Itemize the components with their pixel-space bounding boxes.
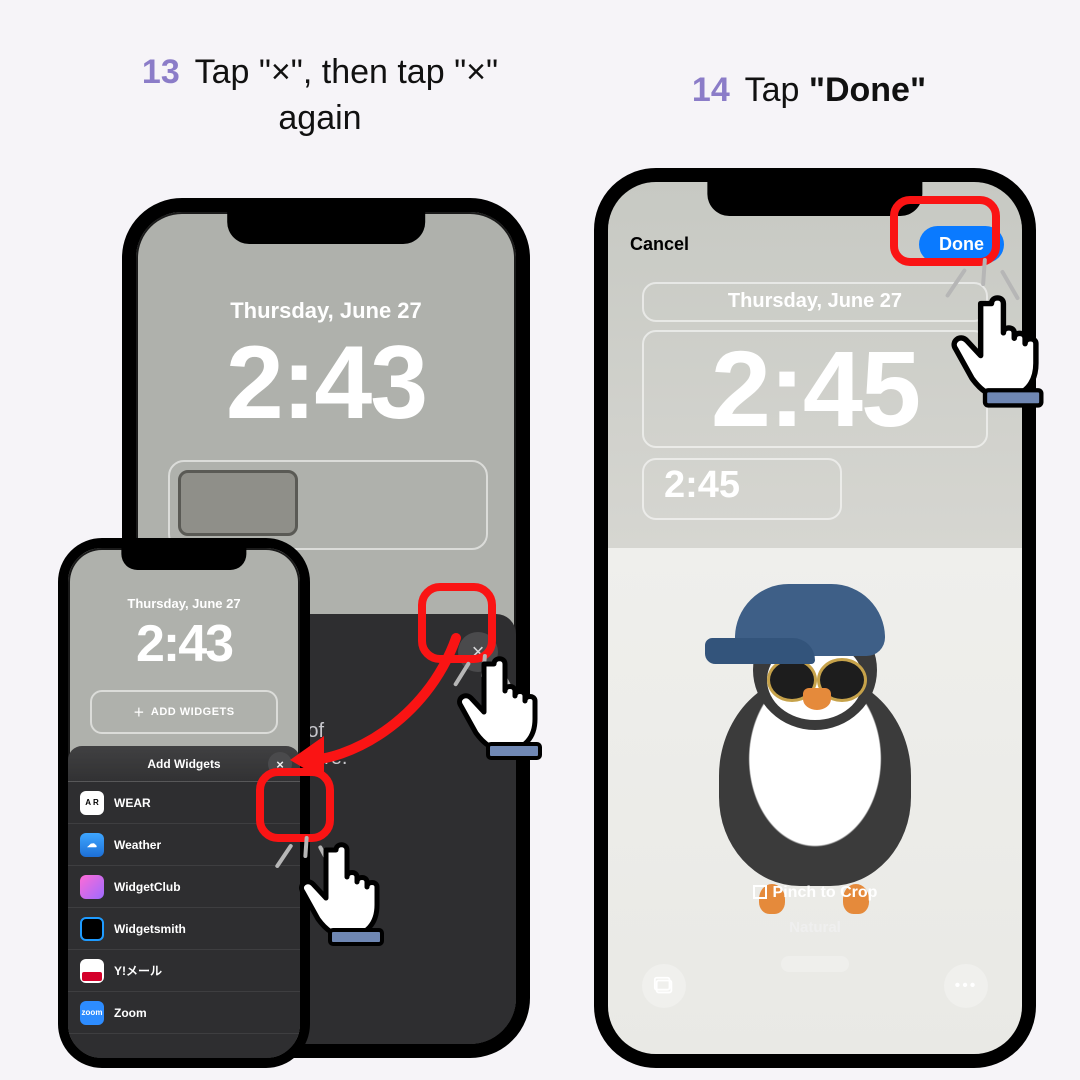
widget-app-row[interactable]: A R WEAR <box>68 782 300 824</box>
app-icon <box>80 833 104 857</box>
lockscreen-time[interactable]: 2:43 <box>136 324 516 443</box>
wallpaper-subject-penguin <box>675 576 955 906</box>
widget-slot[interactable] <box>178 470 298 536</box>
caption-text: again <box>278 99 361 137</box>
photo-style-label[interactable]: Natural <box>608 919 1022 936</box>
lockscreen-date[interactable]: Thursday, June 27 <box>608 290 1022 313</box>
done-button[interactable]: Done <box>919 226 1004 263</box>
app-label: WEAR <box>114 796 151 810</box>
step-13-caption: 13 Tap "×", then tap "×" again <box>110 50 530 142</box>
plus-icon: ＋ <box>133 704 145 720</box>
more-icon[interactable]: ••• <box>944 964 988 1008</box>
app-label: Y!メール <box>114 962 162 979</box>
pinch-to-crop-label: Pinch to Crop <box>608 884 1022 902</box>
phone-step14: Cancel Done Thursday, June 27 2:45 2:45 … <box>594 168 1036 1068</box>
lockscreen-date[interactable]: Thursday, June 27 <box>68 596 300 611</box>
phone-notch <box>121 548 246 570</box>
step-14-caption: 14 Tap "Done" <box>614 68 1004 114</box>
app-icon <box>80 917 104 941</box>
add-widgets-label: ADD WIDGETS <box>151 706 235 718</box>
lockscreen-time[interactable]: 2:43 <box>68 614 300 674</box>
app-label: Zoom <box>114 1006 147 1020</box>
app-icon <box>80 959 104 983</box>
add-widgets-sheet: Add Widgets × A R WEAR Weather WidgetClub… <box>68 746 300 1058</box>
widget-app-row[interactable]: zoom Zoom <box>68 992 300 1034</box>
app-label: Widgetsmith <box>114 922 186 936</box>
gallery-icon[interactable] <box>642 964 686 1008</box>
app-icon: A R <box>80 791 104 815</box>
app-icon <box>80 875 104 899</box>
close-icon[interactable]: × <box>268 752 292 776</box>
page-dots[interactable] <box>781 956 849 972</box>
widget-app-row[interactable]: Weather <box>68 824 300 866</box>
app-label: WidgetClub <box>114 880 181 894</box>
lockscreen-date[interactable]: Thursday, June 27 <box>136 298 516 324</box>
app-icon: zoom <box>80 1001 104 1025</box>
widget-app-row[interactable]: Y!メール <box>68 950 300 992</box>
phone-notch <box>707 182 922 216</box>
widget-app-row[interactable]: Widgetsmith <box>68 908 300 950</box>
step-number: 13 <box>142 53 180 91</box>
step-number: 14 <box>692 71 730 109</box>
widget-clock[interactable]: 2:45 <box>664 464 740 507</box>
cancel-button[interactable]: Cancel <box>630 234 689 255</box>
phone-step13-front: Thursday, June 27 2:43 ＋ ADD WIDGETS Add… <box>58 538 310 1068</box>
caption-text: Tap <box>745 71 809 109</box>
add-widgets-button[interactable]: ＋ ADD WIDGETS <box>90 690 278 734</box>
caption-text: Tap "×", then tap "×" <box>195 53 498 91</box>
phone-notch <box>227 212 425 244</box>
sheet-title: Add Widgets <box>147 757 220 771</box>
app-label: Weather <box>114 838 161 852</box>
lockscreen-time[interactable]: 2:45 <box>608 326 1022 451</box>
widget-app-row[interactable]: WidgetClub <box>68 866 300 908</box>
crop-icon <box>753 885 767 899</box>
sheet-header: Add Widgets × <box>68 746 300 782</box>
caption-text-bold: "Done" <box>809 71 926 109</box>
close-icon[interactable]: × <box>458 632 498 672</box>
